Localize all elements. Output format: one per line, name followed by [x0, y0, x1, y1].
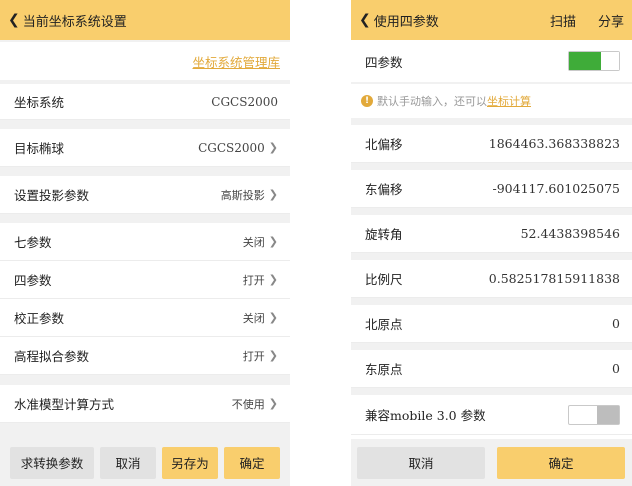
hint-text: 默认手动输入，还可以	[377, 95, 487, 108]
row-north-origin[interactable]: 北原点 0	[351, 305, 632, 343]
right-header-title: 使用四参数	[373, 14, 439, 30]
chevron-right-icon: ❯	[268, 311, 278, 324]
row-label: 校正参数	[14, 311, 65, 326]
left-footer: 求转换参数 取消 另存为 确定	[0, 439, 290, 486]
chevron-right-icon: ❯	[268, 273, 278, 286]
row-value: 关闭	[242, 235, 265, 249]
four-params-toggle-row: 四参数	[351, 40, 632, 82]
row-value: 关闭	[242, 311, 265, 325]
left-header-title: 当前坐标系统设置	[22, 14, 127, 30]
row-label: 北偏移	[365, 137, 403, 152]
row-level-model[interactable]: 水准模型计算方式 不使用 ❯	[0, 385, 290, 423]
share-button[interactable]: 分享	[598, 11, 624, 30]
compat-label: 兼容mobile 3.0 参数	[365, 408, 486, 423]
hint-row: ! 默认手动输入，还可以 坐标计算	[351, 84, 632, 118]
manager-link-row: 坐标系统管理库	[0, 42, 290, 80]
row-value[interactable]: -904117.601025075	[493, 181, 621, 196]
row-value[interactable]: 1864463.368338823	[489, 136, 620, 151]
right-footer: 取消 确定	[351, 439, 632, 486]
chevron-right-icon: ❯	[268, 141, 278, 154]
row-target-ellipsoid[interactable]: 目标椭球 CGCS2000 ❯	[0, 129, 290, 167]
row-value: 打开	[242, 273, 265, 287]
scan-button[interactable]: 扫描	[550, 11, 576, 30]
cancel-button[interactable]: 取消	[100, 446, 156, 479]
row-elevation-fitting[interactable]: 高程拟合参数 打开 ❯	[0, 337, 290, 375]
row-value: CGCS2000	[198, 140, 265, 155]
row-label: 旋转角	[365, 227, 403, 242]
row-label: 坐标系统	[14, 95, 65, 110]
chevron-right-icon: ❯	[268, 235, 278, 248]
row-label: 北原点	[365, 317, 403, 332]
row-rotation[interactable]: 旋转角 52.4438398546	[351, 215, 632, 253]
row-value[interactable]: 0.582517815911838	[489, 271, 620, 286]
row-label: 目标椭球	[14, 141, 65, 156]
row-label: 水准模型计算方式	[14, 397, 115, 412]
row-value: 打开	[242, 349, 265, 363]
coordinate-calc-link[interactable]: 坐标计算	[487, 93, 531, 109]
row-north-offset[interactable]: 北偏移 1864463.368338823	[351, 125, 632, 163]
row-label: 比例尺	[365, 272, 403, 287]
row-projection[interactable]: 设置投影参数 高斯投影 ❯	[0, 176, 290, 214]
four-params-screen: ❮ 使用四参数 扫描 分享 四参数 ! 默认手动输入，还可以 坐标计算 北偏移 …	[351, 0, 632, 486]
toggle-label: 四参数	[365, 54, 403, 70]
row-label: 设置投影参数	[14, 188, 90, 203]
row-label: 七参数	[14, 235, 52, 250]
back-chevron-icon[interactable]: ❮	[359, 12, 371, 28]
row-value: 高斯投影	[220, 188, 265, 202]
cancel-button[interactable]: 取消	[357, 446, 485, 479]
coordinate-library-link[interactable]: 坐标系统管理库	[192, 52, 280, 71]
confirm-button[interactable]: 确定	[497, 446, 625, 479]
right-header: ❮ 使用四参数 扫描 分享	[351, 0, 632, 40]
row-label: 四参数	[14, 273, 52, 288]
row-value[interactable]: 0	[612, 361, 620, 376]
four-params-toggle[interactable]	[568, 51, 620, 71]
row-label: 高程拟合参数	[14, 349, 90, 364]
coordinate-system-screen: ❮ 当前坐标系统设置 坐标系统管理库 坐标系统 CGCS2000 目标椭球 CG…	[0, 0, 290, 486]
chevron-right-icon: ❯	[268, 397, 278, 410]
compat-toggle[interactable]	[568, 404, 620, 425]
row-scale[interactable]: 比例尺 0.582517815911838	[351, 260, 632, 298]
row-correction-params[interactable]: 校正参数 关闭 ❯	[0, 299, 290, 337]
row-coordinate-system: 坐标系统 CGCS2000	[0, 84, 290, 120]
chevron-right-icon: ❯	[268, 188, 278, 201]
left-header: ❮ 当前坐标系统设置	[0, 0, 290, 40]
row-value[interactable]: 0	[612, 316, 620, 331]
chevron-right-icon: ❯	[268, 349, 278, 362]
row-value: 不使用	[231, 397, 265, 411]
compute-transform-button[interactable]: 求转换参数	[10, 446, 94, 479]
save-as-button[interactable]: 另存为	[162, 446, 218, 479]
row-value[interactable]: 52.4438398546	[521, 226, 620, 241]
row-east-offset[interactable]: 东偏移 -904117.601025075	[351, 170, 632, 208]
row-label: 东偏移	[365, 182, 403, 197]
confirm-button[interactable]: 确定	[224, 446, 280, 479]
row-value: CGCS2000	[211, 94, 278, 109]
row-east-origin[interactable]: 东原点 0	[351, 350, 632, 388]
row-seven-params[interactable]: 七参数 关闭 ❯	[0, 223, 290, 261]
info-icon: !	[361, 95, 373, 107]
back-chevron-icon[interactable]: ❮	[8, 12, 20, 28]
row-label: 东原点	[365, 362, 403, 377]
compat-toggle-row: 兼容mobile 3.0 参数	[351, 395, 632, 435]
row-four-params[interactable]: 四参数 打开 ❯	[0, 261, 290, 299]
